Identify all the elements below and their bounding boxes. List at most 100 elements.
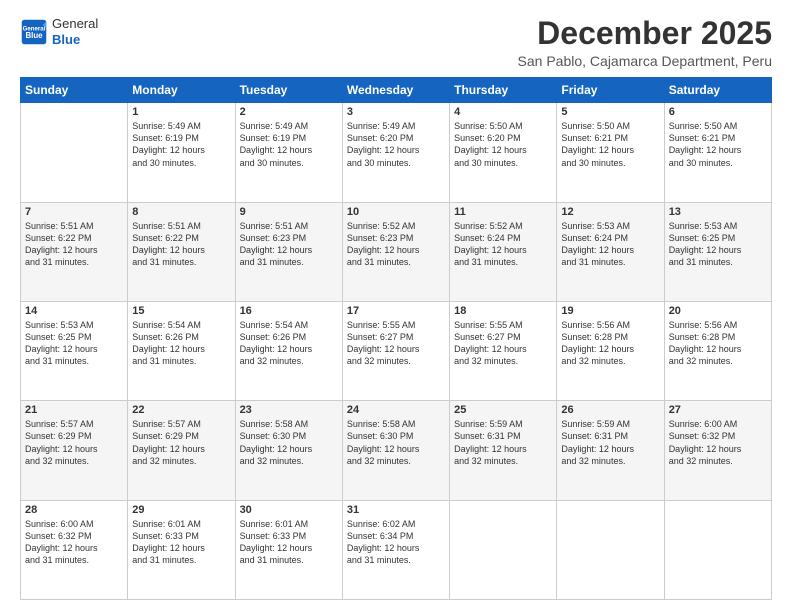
- table-row: 4Sunrise: 5:50 AM Sunset: 6:20 PM Daylig…: [450, 103, 557, 202]
- day-info: Sunrise: 5:49 AM Sunset: 6:20 PM Dayligh…: [347, 120, 445, 169]
- day-info: Sunrise: 5:59 AM Sunset: 6:31 PM Dayligh…: [454, 418, 552, 467]
- table-row: 20 Sunrise: 5:56 AM Sunset: 6:28 PM Dayli…: [664, 301, 771, 400]
- table-row: 26Sunrise: 5:59 AM Sunset: 6:31 PM Dayli…: [557, 401, 664, 500]
- table-row: [450, 500, 557, 599]
- day-number: 2: [240, 106, 338, 118]
- day-info: Sunrise: 5:51 AM Sunset: 6:22 PM Dayligh…: [132, 220, 230, 269]
- header: General Blue General Blue December 2025 …: [20, 16, 772, 69]
- logo-text: General Blue: [52, 16, 98, 47]
- day-number: 16: [240, 305, 338, 317]
- day-number: 28: [25, 504, 123, 516]
- day-number: 29: [132, 504, 230, 516]
- day-number: 21: [25, 404, 123, 416]
- logo: General Blue General Blue: [20, 16, 98, 47]
- day-number: 23: [240, 404, 338, 416]
- calendar-table: Sunday Monday Tuesday Wednesday Thursday…: [20, 77, 772, 600]
- table-row: 27Sunrise: 6:00 AM Sunset: 6:32 PM Dayli…: [664, 401, 771, 500]
- day-number: 1: [132, 106, 230, 118]
- table-row: 9 Sunrise: 5:51 AM Sunset: 6:23 PM Daylig…: [235, 202, 342, 301]
- col-saturday: Saturday: [664, 78, 771, 103]
- day-number: 30: [240, 504, 338, 516]
- day-info: Sunrise: 5:56 AM Sunset: 6:28 PM Dayligh…: [669, 319, 767, 368]
- day-info: Sunrise: 5:57 AM Sunset: 6:29 PM Dayligh…: [25, 418, 123, 467]
- col-monday: Monday: [128, 78, 235, 103]
- day-number: 26: [561, 404, 659, 416]
- day-info: Sunrise: 5:56 AM Sunset: 6:28 PM Dayligh…: [561, 319, 659, 368]
- table-row: 8 Sunrise: 5:51 AM Sunset: 6:22 PM Daylig…: [128, 202, 235, 301]
- day-number: 27: [669, 404, 767, 416]
- table-row: [557, 500, 664, 599]
- day-number: 8: [132, 206, 230, 218]
- table-row: 5 Sunrise: 5:50 AM Sunset: 6:21 PM Daylig…: [557, 103, 664, 202]
- title-block: December 2025 San Pablo, Cajamarca Depar…: [518, 16, 772, 69]
- day-info: Sunrise: 5:55 AM Sunset: 6:27 PM Dayligh…: [347, 319, 445, 368]
- table-row: 14Sunrise: 5:53 AM Sunset: 6:25 PM Dayli…: [21, 301, 128, 400]
- col-friday: Friday: [557, 78, 664, 103]
- logo-general: General: [52, 16, 98, 32]
- day-number: 15: [132, 305, 230, 317]
- day-info: Sunrise: 5:54 AM Sunset: 6:26 PM Dayligh…: [240, 319, 338, 368]
- day-info: Sunrise: 5:58 AM Sunset: 6:30 PM Dayligh…: [240, 418, 338, 467]
- col-sunday: Sunday: [21, 78, 128, 103]
- day-number: 6: [669, 106, 767, 118]
- table-row: 31Sunrise: 6:02 AM Sunset: 6:34 PM Dayli…: [342, 500, 449, 599]
- day-number: 25: [454, 404, 552, 416]
- day-number: 13: [669, 206, 767, 218]
- table-row: 19Sunrise: 5:56 AM Sunset: 6:28 PM Dayli…: [557, 301, 664, 400]
- table-row: 18 Sunrise: 5:55 AM Sunset: 6:27 PM Dayli…: [450, 301, 557, 400]
- day-number: 20: [669, 305, 767, 317]
- logo-blue: Blue: [52, 32, 98, 48]
- day-info: Sunrise: 6:01 AM Sunset: 6:33 PM Dayligh…: [240, 518, 338, 567]
- day-info: Sunrise: 5:51 AM Sunset: 6:23 PM Dayligh…: [240, 220, 338, 269]
- table-row: 24Sunrise: 5:58 AM Sunset: 6:30 PM Dayli…: [342, 401, 449, 500]
- day-info: Sunrise: 5:52 AM Sunset: 6:23 PM Dayligh…: [347, 220, 445, 269]
- day-info: Sunrise: 5:52 AM Sunset: 6:24 PM Dayligh…: [454, 220, 552, 269]
- day-number: 12: [561, 206, 659, 218]
- table-row: 28Sunrise: 6:00 AM Sunset: 6:32 PM Dayli…: [21, 500, 128, 599]
- calendar-week-row: 7 Sunrise: 5:51 AM Sunset: 6:22 PM Daylig…: [21, 202, 772, 301]
- calendar-week-row: 1 Sunrise: 5:49 AM Sunset: 6:19 PM Daylig…: [21, 103, 772, 202]
- day-info: Sunrise: 5:58 AM Sunset: 6:30 PM Dayligh…: [347, 418, 445, 467]
- col-wednesday: Wednesday: [342, 78, 449, 103]
- day-number: 18: [454, 305, 552, 317]
- day-info: Sunrise: 5:55 AM Sunset: 6:27 PM Dayligh…: [454, 319, 552, 368]
- calendar-week-row: 21 Sunrise: 5:57 AM Sunset: 6:29 PM Dayli…: [21, 401, 772, 500]
- day-info: Sunrise: 5:49 AM Sunset: 6:19 PM Dayligh…: [132, 120, 230, 169]
- page: General Blue General Blue December 2025 …: [0, 0, 792, 612]
- subtitle: San Pablo, Cajamarca Department, Peru: [518, 53, 772, 69]
- main-title: December 2025: [518, 16, 772, 51]
- day-info: Sunrise: 5:53 AM Sunset: 6:24 PM Dayligh…: [561, 220, 659, 269]
- table-row: [664, 500, 771, 599]
- table-row: 6Sunrise: 5:50 AM Sunset: 6:21 PM Daylig…: [664, 103, 771, 202]
- day-number: 22: [132, 404, 230, 416]
- table-row: 17 Sunrise: 5:55 AM Sunset: 6:27 PM Dayli…: [342, 301, 449, 400]
- day-number: 3: [347, 106, 445, 118]
- table-row: 25 Sunrise: 5:59 AM Sunset: 6:31 PM Dayli…: [450, 401, 557, 500]
- table-row: [21, 103, 128, 202]
- logo-icon: General Blue: [20, 18, 48, 46]
- table-row: 13 Sunrise: 5:53 AM Sunset: 6:25 PM Dayli…: [664, 202, 771, 301]
- day-info: Sunrise: 5:51 AM Sunset: 6:22 PM Dayligh…: [25, 220, 123, 269]
- day-info: Sunrise: 6:01 AM Sunset: 6:33 PM Dayligh…: [132, 518, 230, 567]
- table-row: 1 Sunrise: 5:49 AM Sunset: 6:19 PM Daylig…: [128, 103, 235, 202]
- day-number: 5: [561, 106, 659, 118]
- day-number: 11: [454, 206, 552, 218]
- calendar-week-row: 14Sunrise: 5:53 AM Sunset: 6:25 PM Dayli…: [21, 301, 772, 400]
- table-row: 30 Sunrise: 6:01 AM Sunset: 6:33 PM Dayli…: [235, 500, 342, 599]
- table-row: 2 Sunrise: 5:49 AM Sunset: 6:19 PM Daylig…: [235, 103, 342, 202]
- day-info: Sunrise: 5:53 AM Sunset: 6:25 PM Dayligh…: [669, 220, 767, 269]
- table-row: 11 Sunrise: 5:52 AM Sunset: 6:24 PM Dayli…: [450, 202, 557, 301]
- day-number: 4: [454, 106, 552, 118]
- table-row: 10 Sunrise: 5:52 AM Sunset: 6:23 PM Dayli…: [342, 202, 449, 301]
- day-number: 7: [25, 206, 123, 218]
- table-row: 29 Sunrise: 6:01 AM Sunset: 6:33 PM Dayli…: [128, 500, 235, 599]
- day-number: 10: [347, 206, 445, 218]
- day-info: Sunrise: 5:50 AM Sunset: 6:21 PM Dayligh…: [561, 120, 659, 169]
- table-row: 22Sunrise: 5:57 AM Sunset: 6:29 PM Dayli…: [128, 401, 235, 500]
- day-number: 9: [240, 206, 338, 218]
- table-row: 12 Sunrise: 5:53 AM Sunset: 6:24 PM Dayli…: [557, 202, 664, 301]
- col-thursday: Thursday: [450, 78, 557, 103]
- day-number: 17: [347, 305, 445, 317]
- day-info: Sunrise: 5:49 AM Sunset: 6:19 PM Dayligh…: [240, 120, 338, 169]
- day-info: Sunrise: 5:54 AM Sunset: 6:26 PM Dayligh…: [132, 319, 230, 368]
